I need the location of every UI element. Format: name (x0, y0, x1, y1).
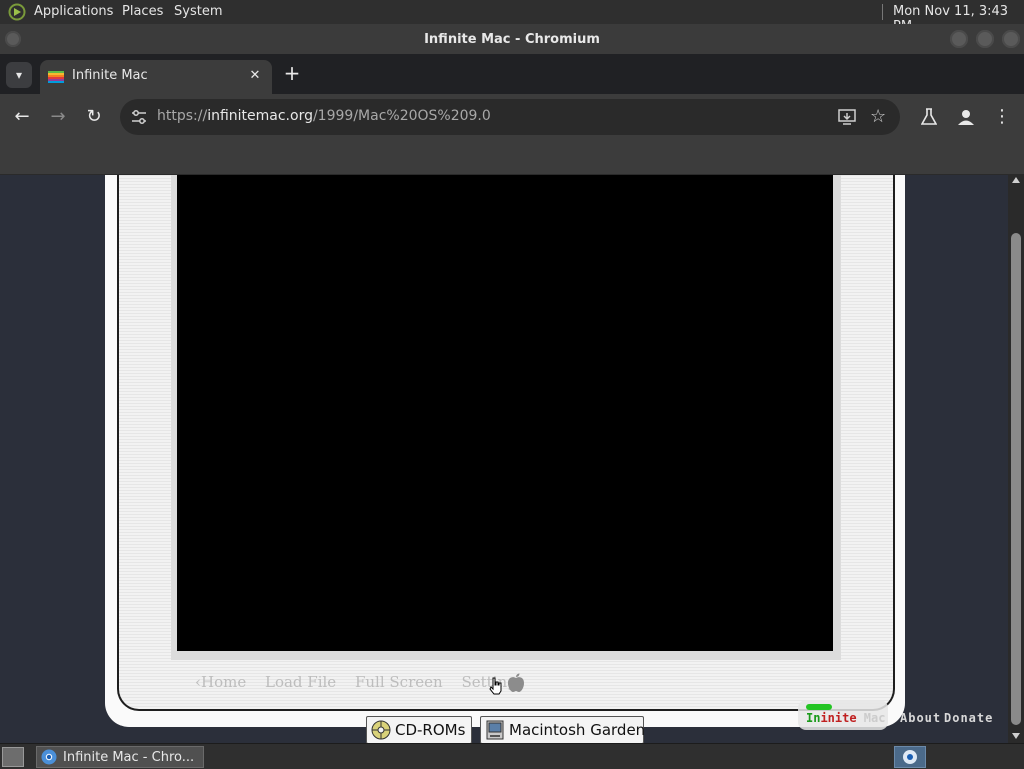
menu-applications[interactable]: Applications (34, 4, 113, 19)
taskbar-item-label: Infinite Mac - Chro... (63, 750, 195, 765)
badge-text: Ininite Mac (806, 711, 885, 725)
panel-separator (882, 4, 883, 20)
bookmarks-bar (0, 140, 1024, 175)
chromium-tray-icon (903, 750, 917, 764)
rainbow-favicon-icon (48, 71, 64, 83)
monitor-controls: ‹Home Load File Full Screen Settings (195, 673, 538, 691)
full-screen-button[interactable]: Full Screen (355, 673, 443, 691)
url-path: /1999/Mac%20OS%209.0 (312, 108, 491, 124)
badge-text-part: Mac (856, 711, 886, 725)
page-scrollbar[interactable] (1008, 175, 1024, 743)
macintosh-garden-label: Macintosh Garden (509, 721, 646, 739)
donate-link[interactable]: Donate (944, 711, 993, 725)
load-file-button[interactable]: Load File (265, 673, 336, 691)
macintosh-garden-button[interactable]: Macintosh Garden (480, 716, 646, 743)
tab-strip: ▾ Infinite Mac ✕ + (0, 54, 1024, 94)
tab-title: Infinite Mac (72, 68, 148, 83)
cd-roms-button[interactable]: CD-ROMs (366, 716, 472, 743)
new-tab-button[interactable]: + (282, 62, 302, 84)
install-app-icon[interactable] (838, 109, 856, 125)
window-title: Infinite Mac - Chromium (424, 32, 600, 47)
tray-chromium-icon[interactable] (894, 746, 926, 768)
url-text[interactable]: https://infinitemac.org/1999/Mac%20OS%20… (157, 108, 491, 124)
monitor-frame: ‹Home Load File Full Screen Settings (105, 175, 905, 727)
about-link[interactable]: About (900, 711, 941, 725)
monitor-bezel: ‹Home Load File Full Screen Settings (117, 175, 895, 711)
browser-toolbar: ← → ↻ https://infinitemac.org/1999/Mac%2… (0, 94, 1024, 140)
hand-cursor-icon (489, 677, 502, 695)
top-panel: Applications Places System Mon Nov 11, 3… (0, 0, 1024, 34)
apple-logo-icon (508, 673, 524, 692)
infinite-mac-badge[interactable]: Ininite Mac (798, 700, 888, 730)
window-titlebar[interactable]: Infinite Mac - Chromium (0, 24, 1024, 54)
menu-system[interactable]: System (174, 4, 222, 19)
more-menu-icon[interactable]: ⋮ (990, 105, 1014, 129)
chevron-down-icon: ▾ (15, 68, 23, 82)
taskbar-item-chromium[interactable]: Infinite Mac - Chro... (36, 746, 204, 768)
labs-flask-icon[interactable] (921, 108, 937, 126)
tab-search-button[interactable]: ▾ (6, 62, 32, 88)
scroll-up-arrow-icon[interactable] (1012, 177, 1020, 183)
url-host: infinitemac.org (207, 108, 313, 124)
close-window-icon[interactable] (1002, 30, 1020, 48)
distro-logo-icon[interactable] (8, 3, 26, 21)
badge-text-part: inite (820, 711, 857, 725)
badge-text-part: In (806, 711, 821, 725)
cd-roms-label: CD-ROMs (395, 721, 466, 739)
cd-rom-icon (371, 720, 391, 740)
emulator-screen[interactable] (177, 175, 833, 651)
minimize-window-icon[interactable] (950, 30, 968, 48)
address-bar[interactable]: https://infinitemac.org/1999/Mac%20OS%20… (120, 99, 900, 135)
site-info-icon[interactable] (131, 110, 147, 124)
plus-icon: + (283, 61, 301, 85)
chromium-icon (41, 749, 57, 765)
bookmark-star-icon[interactable]: ☆ (870, 106, 886, 127)
page-viewport: ‹Home Load File Full Screen Settings CD-… (0, 175, 1008, 743)
scrollbar-thumb[interactable] (1011, 233, 1021, 725)
home-link[interactable]: ‹Home (195, 673, 246, 691)
tab-infinite-mac[interactable]: Infinite Mac ✕ (40, 60, 272, 94)
maximize-window-icon[interactable] (976, 30, 994, 48)
forward-arrow-icon[interactable]: → (46, 105, 70, 129)
macintosh-computer-icon (486, 720, 504, 740)
badge-indicator (806, 704, 832, 710)
back-arrow-icon[interactable]: ← (10, 105, 34, 129)
reload-icon[interactable]: ↻ (82, 105, 106, 129)
close-icon[interactable]: ✕ (246, 67, 264, 85)
profile-avatar-icon[interactable] (956, 107, 976, 127)
scroll-down-arrow-icon[interactable] (1012, 733, 1020, 739)
menu-places[interactable]: Places (122, 4, 163, 19)
bottom-taskbar: Infinite Mac - Chro... (0, 743, 1024, 769)
url-scheme: https:// (157, 108, 208, 124)
show-desktop-icon[interactable] (2, 747, 24, 767)
